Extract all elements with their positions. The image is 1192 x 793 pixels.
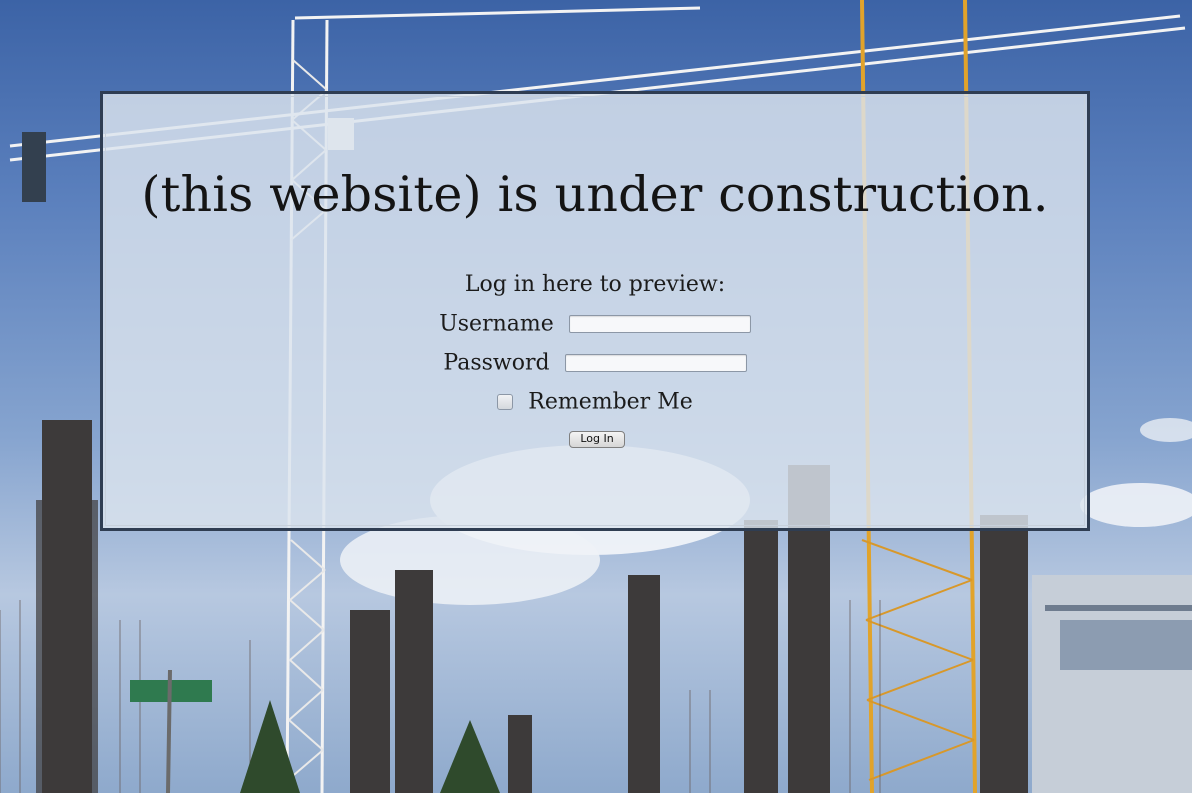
remember-me-label[interactable]: Remember Me (528, 390, 692, 415)
password-label: Password (443, 350, 550, 376)
remember-row: Remember Me (103, 389, 1087, 415)
username-input[interactable] (568, 315, 751, 333)
login-button[interactable]: Log In (569, 431, 625, 448)
remember-me-checkbox[interactable] (497, 394, 514, 410)
login-panel: (this website) is under construction. Lo… (100, 91, 1090, 531)
login-prompt: Log in here to preview: (464, 272, 726, 297)
username-label: Username (439, 311, 554, 337)
password-row: Password (103, 350, 1087, 376)
password-input[interactable] (564, 354, 747, 372)
username-row: Username (103, 311, 1087, 337)
page-title: (this website) is under construction. (141, 166, 1049, 223)
